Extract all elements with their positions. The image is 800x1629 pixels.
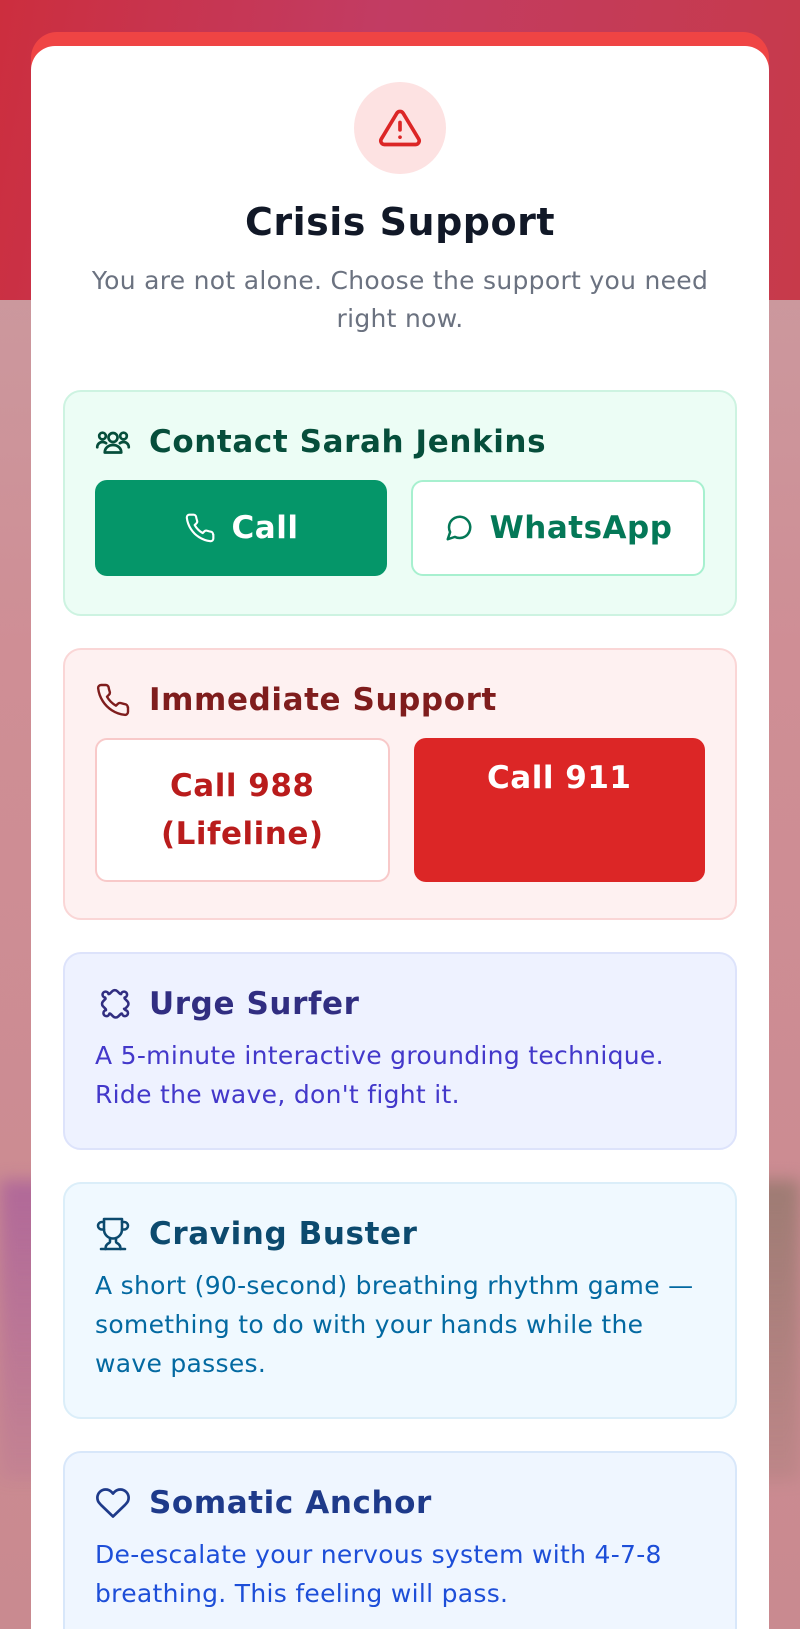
call-911-button[interactable]: Call 911 — [413, 738, 705, 882]
modal-content: Crisis Support You are not alone. Choose… — [31, 46, 769, 1629]
call-contact-button[interactable]: Call — [95, 480, 387, 576]
immediate-support-card: Immediate Support Call 988 (Lifeline) Ca… — [63, 648, 737, 920]
contact-card-header: Contact Sarah Jenkins — [95, 424, 705, 460]
craving-buster-header: Craving Buster — [95, 1216, 705, 1252]
craving-buster-card[interactable]: Craving Buster A short (90-second) breat… — [63, 1182, 737, 1419]
call-988-label: Call 988 — [170, 768, 315, 804]
urge-surfer-card[interactable]: Urge Surfer A 5-minute interactive groun… — [63, 952, 737, 1150]
phone-icon — [95, 682, 131, 718]
immediate-support-header: Immediate Support — [95, 682, 705, 718]
alert-triangle-icon — [378, 106, 422, 150]
heart-icon — [95, 1485, 131, 1521]
message-circle-icon — [444, 513, 474, 543]
immediate-actions: Call 988 (Lifeline) Call 911 — [95, 738, 705, 882]
urge-surfer-description: A 5-minute interactive grounding techniq… — [95, 1041, 664, 1109]
whatsapp-contact-button[interactable]: WhatsApp — [411, 480, 705, 576]
urge-surfer-header: Urge Surfer — [95, 986, 705, 1022]
puzzle-icon — [95, 986, 131, 1022]
craving-buster-title: Craving Buster — [149, 1216, 418, 1252]
crisis-support-modal: Crisis Support You are not alone. Choose… — [31, 32, 769, 1629]
call-988-lifeline-button[interactable]: Call 988 (Lifeline) — [95, 738, 390, 882]
urge-surfer-title: Urge Surfer — [149, 986, 360, 1022]
call-911-label: Call 911 — [487, 760, 632, 796]
phone-icon — [184, 512, 216, 544]
somatic-anchor-description: De-escalate your nervous system with 4-7… — [95, 1540, 662, 1608]
page-subtitle: You are not alone. Choose the support yo… — [91, 266, 709, 333]
trophy-icon — [95, 1216, 131, 1252]
page-title: Crisis Support — [245, 200, 555, 244]
lifeline-label: (Lifeline) — [160, 816, 324, 852]
contact-card: Contact Sarah Jenkins Call WhatsApp — [63, 390, 737, 616]
somatic-anchor-header: Somatic Anchor — [95, 1485, 705, 1521]
craving-buster-description: A short (90-second) breathing rhythm gam… — [95, 1271, 694, 1378]
users-icon — [95, 424, 131, 460]
contact-actions: Call WhatsApp — [95, 480, 705, 576]
somatic-anchor-card[interactable]: Somatic Anchor De-escalate your nervous … — [63, 1451, 737, 1629]
call-contact-label: Call — [231, 510, 299, 546]
whatsapp-contact-label: WhatsApp — [489, 510, 673, 546]
somatic-anchor-title: Somatic Anchor — [149, 1485, 432, 1521]
immediate-support-title: Immediate Support — [149, 682, 497, 718]
contact-card-title: Contact Sarah Jenkins — [149, 424, 547, 460]
alert-badge — [354, 82, 446, 174]
